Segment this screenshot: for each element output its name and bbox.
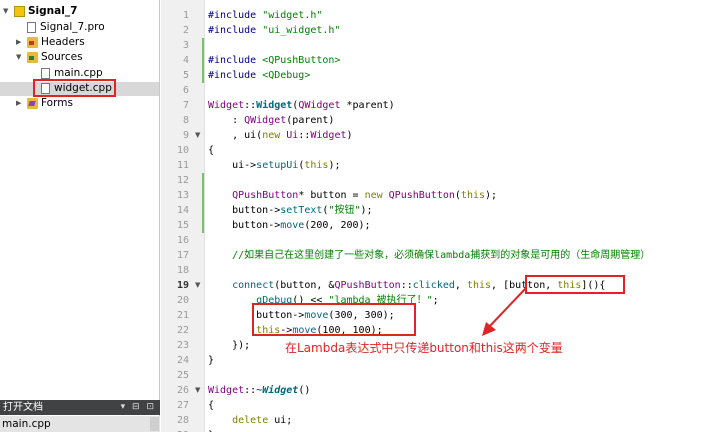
chevron-down-icon[interactable]: ▼: [3, 4, 11, 19]
pro-file-label: Signal_7.pro: [40, 21, 105, 33]
line-number: 14: [176, 205, 189, 216]
code-line: delete ui;: [232, 415, 293, 426]
line-number: 15: [176, 220, 189, 231]
code-line: }: [208, 355, 215, 366]
forms-label: Forms: [41, 97, 73, 109]
lambda-body-highlight-box: [252, 303, 416, 336]
fold-arrow-icon[interactable]: ▼: [195, 383, 200, 398]
code-line: {: [208, 400, 215, 411]
line-number: 23: [176, 340, 189, 351]
change-marker: [202, 173, 204, 233]
line-number: 29: [161, 428, 189, 432]
line-number: 11: [176, 160, 189, 171]
line-number: 24: [176, 355, 189, 366]
code-line: Widget::Widget(QWidget *parent): [208, 100, 395, 111]
code-line: , ui(new Ui::Widget): [208, 130, 353, 141]
code-line: }: [208, 428, 214, 432]
tree-item-forms[interactable]: ▶ Forms: [0, 96, 160, 111]
pro-file-icon: [27, 22, 36, 33]
headers-label: Headers: [41, 36, 85, 48]
line-number-gutter: 1 2 3 4 5 6 7 8 9 10 11 12 13 14 15 16 1…: [161, 0, 205, 432]
line-number: 4: [182, 55, 189, 66]
line-number: 16: [176, 235, 189, 246]
line-number: 17: [176, 250, 189, 261]
line-number: 9: [182, 130, 189, 141]
sources-folder-icon: [27, 52, 38, 63]
chevron-right-icon[interactable]: ▶: [16, 35, 24, 50]
line-number: 3: [182, 40, 189, 51]
tree-item-project[interactable]: ▼ Signal_7: [0, 4, 160, 19]
open-document-item[interactable]: main.cpp: [0, 416, 160, 432]
fold-arrow-icon[interactable]: ▼: [195, 128, 200, 143]
line-number: 8: [182, 115, 189, 126]
line-number: 28: [176, 415, 189, 426]
code-line: Widget::~Widget(): [208, 385, 311, 396]
code-line: #include <QDebug>: [208, 70, 311, 81]
annotation-arrow-icon: [482, 287, 527, 336]
open-documents-scrollbar[interactable]: [150, 417, 159, 431]
line-number: 1: [182, 10, 189, 21]
line-number: 7: [182, 100, 189, 111]
tree-item-sources[interactable]: ▼ Sources: [0, 50, 160, 65]
line-number: 12: [176, 175, 189, 186]
headers-folder-icon: [27, 37, 38, 48]
widget-cpp-highlight-box: [33, 79, 116, 97]
line-number: 21: [176, 310, 189, 321]
chevron-down-icon[interactable]: ▼: [16, 50, 24, 65]
line-number: 20: [176, 295, 189, 306]
sources-label: Sources: [41, 51, 83, 63]
project-icon: [14, 6, 25, 17]
line-number: 27: [176, 400, 189, 411]
line-number: 6: [182, 85, 189, 96]
open-documents-header: 打开文档 ▾ ⊟ ⊡: [0, 400, 160, 415]
line-number: 18: [176, 265, 189, 276]
code-line: QPushButton* button = new QPushButton(th…: [232, 190, 498, 201]
line-number: 22: [176, 325, 189, 336]
code-line: //如果自己在这里创建了一些对象，必须确保lambda捕获到的对象是可用的（生命…: [232, 250, 651, 261]
tree-item-pro-file[interactable]: Signal_7.pro: [0, 20, 160, 35]
code-line: #include "ui_widget.h": [208, 25, 341, 36]
code-line: : QWidget(parent): [208, 115, 335, 126]
line-number: 19: [176, 280, 189, 291]
annotation-text: 在Lambda表达式中只传递button和this这两个变量: [285, 341, 563, 355]
line-number: 26: [176, 385, 189, 396]
panel-controls-icon[interactable]: ▾ ⊟ ⊡: [121, 400, 156, 415]
code-line: #include "widget.h": [208, 10, 323, 21]
code-line: {: [208, 145, 215, 156]
open-document-label: main.cpp: [2, 418, 51, 430]
code-line: button->move(200, 200);: [208, 220, 371, 231]
project-label: Signal_7: [28, 5, 78, 17]
code-line: ui->setupUi(this);: [208, 160, 341, 171]
line-number: 25: [176, 370, 189, 381]
cpp-file-icon: [41, 68, 50, 79]
code-line: });: [208, 340, 251, 351]
project-pane: ▼ Signal_7 Signal_7.pro ▶ Headers ▼ Sour…: [0, 0, 160, 432]
line-number: 13: [176, 190, 189, 201]
tree-item-headers[interactable]: ▶ Headers: [0, 35, 160, 50]
code-line: #include <QPushButton>: [208, 55, 341, 66]
open-documents-title: 打开文档: [3, 402, 43, 413]
fold-arrow-icon[interactable]: ▼: [195, 278, 200, 293]
chevron-right-icon[interactable]: ▶: [16, 96, 24, 111]
line-number: 10: [176, 145, 189, 156]
change-marker: [202, 38, 204, 83]
code-line: button->setText("按钮");: [208, 205, 373, 216]
code-editor[interactable]: #include "widget.h" #include "ui_widget.…: [208, 0, 706, 432]
forms-folder-icon: [27, 98, 38, 109]
line-number: 2: [182, 25, 189, 36]
capture-list-highlight-box: [525, 275, 625, 294]
line-number: 5: [182, 70, 189, 81]
